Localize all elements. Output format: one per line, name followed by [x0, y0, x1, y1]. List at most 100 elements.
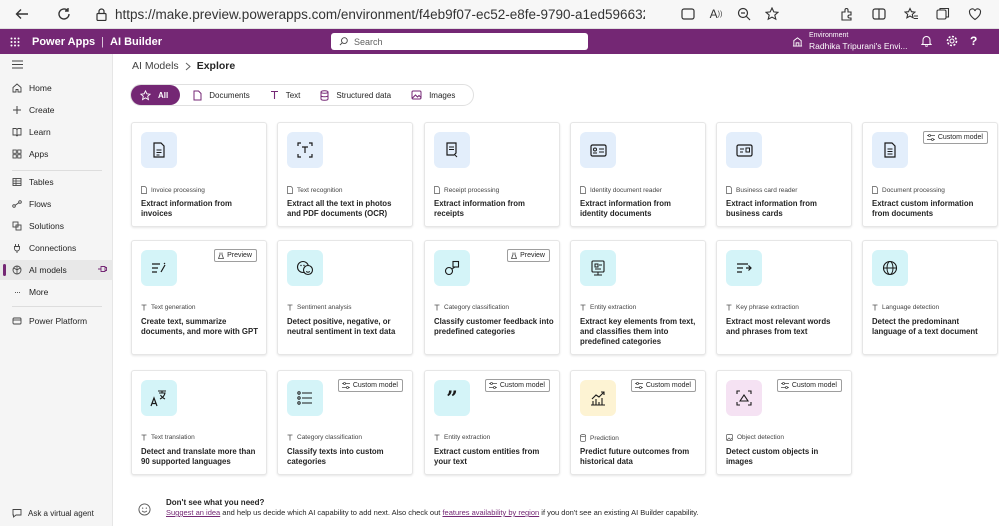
custom-model-badge: Custom model — [630, 379, 696, 392]
breadcrumb-ai-models[interactable]: AI Models — [132, 60, 179, 72]
sidebar-item-label: Home — [29, 83, 52, 93]
prediction-chart-icon — [580, 380, 616, 416]
custom-model-badge: Custom model — [776, 379, 842, 392]
sidebar-item-learn[interactable]: Learn — [0, 122, 113, 142]
left-nav: Home Create Learn Apps Tables Flows Solu… — [0, 54, 113, 526]
card-custom-category-classification[interactable]: Custom model Category classification Cla… — [277, 370, 413, 475]
sidebar-item-power-platform[interactable]: Power Platform — [0, 311, 113, 331]
card-category: Text recognition — [287, 186, 343, 194]
card-description: Extract information from receipts — [434, 199, 525, 218]
sidebar-item-home[interactable]: Home — [0, 78, 113, 98]
feedback-title: Don't see what you need? — [166, 498, 265, 507]
card-description: Extract custom entities from your text — [434, 447, 540, 466]
card-identity-document-reader[interactable]: Identity document reader Extract informa… — [570, 122, 706, 227]
card-category: Language detection — [872, 304, 939, 311]
favorite-star-icon[interactable] — [758, 3, 786, 25]
filter-documents[interactable]: Documents — [183, 85, 259, 105]
card-category: Document processing — [872, 186, 945, 194]
card-category-label: Key phrase extraction — [736, 304, 799, 311]
custom-model-badge: Custom model — [337, 379, 403, 392]
filter-text-label: Text — [285, 90, 301, 100]
waffle-menu-icon[interactable] — [0, 37, 30, 47]
sidebar-item-solutions[interactable]: Solutions — [0, 216, 113, 236]
zoom-icon[interactable] — [730, 3, 758, 25]
sidebar-item-more[interactable]: ··· More — [0, 282, 113, 302]
search-input[interactable]: Search — [331, 33, 588, 50]
custom-model-icon — [488, 382, 497, 389]
sidebar-item-ai-models[interactable]: AI models — [0, 260, 113, 280]
card-category-label: Text generation — [151, 304, 196, 311]
document-icon — [872, 186, 878, 194]
card-text-generation[interactable]: Preview Text generation Create text, sum… — [131, 240, 267, 355]
search-placeholder: Search — [354, 36, 383, 47]
card-entity-extraction[interactable]: Entity extraction Extract key elements f… — [570, 240, 706, 355]
tab-preview-icon[interactable] — [674, 3, 702, 25]
card-text-recognition[interactable]: Text recognition Extract all the text in… — [277, 122, 413, 227]
browser-essentials-icon[interactable] — [961, 3, 989, 25]
sidebar-item-flows[interactable]: Flows — [0, 194, 113, 214]
card-category: Entity extraction — [580, 304, 636, 311]
text-icon — [872, 304, 878, 311]
ask-virtual-agent-button[interactable]: Ask a virtual agent — [12, 508, 94, 518]
settings-gear-icon[interactable] — [946, 35, 958, 47]
filter-images-label: Images — [429, 90, 456, 100]
sidebar-item-tables[interactable]: Tables — [0, 172, 113, 192]
card-key-phrase-extraction[interactable]: Key phrase extraction Extract most relev… — [716, 240, 852, 355]
id-card-icon — [580, 132, 616, 168]
card-business-card-reader[interactable]: Business card reader Extract information… — [716, 122, 852, 227]
suggest-idea-link[interactable]: Suggest an idea — [166, 508, 220, 517]
sidebar-item-label: Learn — [29, 127, 51, 137]
help-icon[interactable]: ? — [970, 34, 977, 48]
card-sentiment-analysis[interactable]: Sentiment analysis Detect positive, nega… — [277, 240, 413, 355]
card-category: Category classification — [287, 434, 362, 441]
sidebar-item-label: More — [29, 287, 49, 297]
filter-all[interactable]: All — [131, 85, 181, 105]
card-category: Text translation — [141, 434, 195, 441]
card-prediction[interactable]: Custom model Prediction Predict future o… — [570, 370, 706, 475]
hamburger-menu-icon[interactable] — [12, 60, 23, 69]
title-separator: | — [101, 35, 105, 48]
sidebar-item-create[interactable]: Create — [0, 100, 113, 120]
card-invoice-processing[interactable]: Invoice processing Extract information f… — [131, 122, 267, 227]
badge-label: Custom model — [499, 382, 545, 389]
card-receipt-processing[interactable]: Receipt processing Extract information f… — [424, 122, 560, 227]
table-icon — [12, 177, 22, 187]
badge-label: Custom model — [645, 382, 691, 389]
read-aloud-icon[interactable]: A)) — [702, 3, 730, 25]
filter-structured-data[interactable]: Structured data — [310, 85, 401, 105]
document-icon — [287, 186, 293, 194]
card-custom-entity-extraction[interactable]: ” Custom model Entity extraction Extract… — [424, 370, 560, 475]
card-description: Create text, summarize documents, and mo… — [141, 317, 258, 336]
notifications-bell-icon[interactable] — [921, 35, 932, 47]
translate-icon — [141, 380, 177, 416]
address-bar[interactable]: https://make.preview.powerapps.com/envir… — [84, 2, 674, 26]
pin-icon[interactable] — [97, 265, 107, 273]
card-category-label: Entity extraction — [590, 304, 637, 311]
database-icon — [320, 89, 329, 101]
app-title[interactable]: Power Apps | AI Builder — [32, 36, 162, 48]
card-category-classification[interactable]: Preview Category classification Classify… — [424, 240, 560, 355]
text-icon — [287, 434, 293, 441]
card-document-processing[interactable]: Custom model Document processing Extract… — [862, 122, 998, 227]
split-screen-icon[interactable] — [865, 3, 893, 25]
back-arrow-icon[interactable] — [8, 3, 36, 25]
filter-text[interactable]: Text — [260, 85, 311, 105]
card-text-translation[interactable]: Text translation Detect and translate mo… — [131, 370, 267, 475]
sidebar-item-apps[interactable]: Apps — [0, 144, 113, 164]
preview-badge: Preview — [214, 249, 257, 262]
card-object-detection[interactable]: Custom model Object detection Detect cus… — [716, 370, 852, 475]
environment-picker[interactable]: Environment Radhika Tripurani's Envi... — [792, 31, 907, 51]
favorites-icon[interactable] — [897, 3, 925, 25]
text-recognition-icon — [287, 132, 323, 168]
app-name: Power Apps — [32, 35, 96, 48]
refresh-icon[interactable] — [50, 3, 78, 25]
filter-images[interactable]: Images — [401, 85, 465, 105]
collections-icon[interactable] — [929, 3, 957, 25]
extensions-icon[interactable] — [833, 3, 861, 25]
card-language-detection[interactable]: Language detection Detect the predominan… — [862, 240, 998, 355]
card-category: Object detection — [726, 434, 784, 441]
features-availability-link[interactable]: features availability by region — [442, 508, 539, 517]
sidebar-item-label: Flows — [29, 199, 52, 209]
document-icon — [193, 90, 202, 100]
sidebar-item-connections[interactable]: Connections — [0, 238, 113, 258]
